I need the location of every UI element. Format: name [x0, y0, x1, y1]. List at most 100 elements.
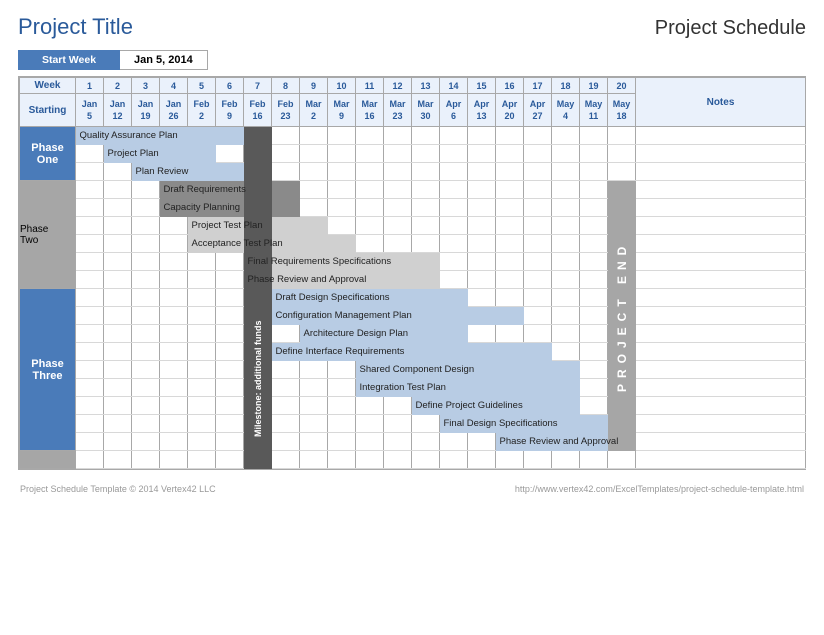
notes-cell[interactable] [636, 235, 806, 253]
grid-cell [440, 145, 468, 163]
grid-cell [384, 127, 412, 145]
grid-cell [356, 415, 384, 433]
grid-cell [216, 325, 244, 343]
grid-cell [552, 325, 580, 343]
notes-cell[interactable] [636, 163, 806, 181]
notes-cell[interactable] [636, 289, 806, 307]
grid-cell [160, 397, 188, 415]
notes-cell[interactable] [636, 145, 806, 163]
grid-cell [608, 163, 636, 181]
grid-cell [384, 433, 412, 451]
notes-cell[interactable] [636, 325, 806, 343]
phase-label: PhaseThree [20, 289, 76, 451]
grid-cell [552, 163, 580, 181]
grid-cell [468, 451, 496, 469]
week-date: Apr20 [496, 94, 524, 127]
grid-cell [216, 253, 244, 271]
grid-cell [300, 379, 328, 397]
task-label: Quality Assurance Plan [78, 130, 178, 141]
notes-cell[interactable] [636, 199, 806, 217]
grid-cell [412, 199, 440, 217]
grid-cell [496, 163, 524, 181]
week-number: 3 [132, 78, 160, 94]
grid-cell [272, 145, 300, 163]
grid-cell [132, 433, 160, 451]
grid-cell [216, 271, 244, 289]
footer-right[interactable]: http://www.vertex42.com/ExcelTemplates/p… [515, 484, 804, 494]
grid-cell [272, 163, 300, 181]
grid-cell [552, 307, 580, 325]
grid-cell [384, 163, 412, 181]
grid-cell [412, 145, 440, 163]
notes-cell[interactable] [636, 433, 806, 451]
grid-cell [384, 451, 412, 469]
grid-cell [300, 127, 328, 145]
week-number: 15 [468, 78, 496, 94]
grid-cell [496, 289, 524, 307]
notes-cell[interactable] [636, 271, 806, 289]
week-header: Week [20, 78, 76, 94]
grid-cell [76, 271, 104, 289]
task-label: Integration Test Plan [358, 382, 446, 393]
grid-cell [160, 361, 188, 379]
week-date: Apr27 [524, 94, 552, 127]
grid-cell [468, 163, 496, 181]
grid-cell [552, 451, 580, 469]
grid-cell [104, 415, 132, 433]
notes-cell[interactable] [636, 343, 806, 361]
notes-cell[interactable] [636, 253, 806, 271]
week-date: May4 [552, 94, 580, 127]
task-label: Define Project Guidelines [414, 400, 523, 411]
notes-cell[interactable] [636, 181, 806, 199]
week-number: 19 [580, 78, 608, 94]
week-number: 13 [412, 78, 440, 94]
grid-cell [132, 307, 160, 325]
notes-cell[interactable] [636, 397, 806, 415]
grid-cell [356, 397, 384, 415]
week-date: Mar30 [412, 94, 440, 127]
notes-cell[interactable] [636, 361, 806, 379]
grid-cell [188, 307, 216, 325]
grid-cell [552, 235, 580, 253]
grid-cell [524, 451, 552, 469]
grid-cell [468, 271, 496, 289]
grid-cell [160, 307, 188, 325]
task-label: Phase Review and Approval [498, 436, 619, 447]
task-label: Draft Requirements [162, 184, 246, 195]
grid-cell [468, 289, 496, 307]
notes-cell[interactable] [636, 307, 806, 325]
grid-cell [580, 235, 608, 253]
notes-cell[interactable] [636, 217, 806, 235]
notes-cell[interactable] [636, 127, 806, 145]
notes-cell[interactable] [636, 415, 806, 433]
grid-cell [160, 343, 188, 361]
grid-cell [552, 181, 580, 199]
grid-cell [356, 163, 384, 181]
task-label: Final Design Specifications [442, 418, 558, 429]
grid-cell [76, 451, 104, 469]
week-date: Mar23 [384, 94, 412, 127]
grid-cell [132, 361, 160, 379]
grid-cell [496, 325, 524, 343]
grid-cell [104, 397, 132, 415]
grid-cell [328, 127, 356, 145]
week-date: Jan19 [132, 94, 160, 127]
grid-cell [160, 217, 188, 235]
notes-cell[interactable] [636, 379, 806, 397]
grid-cell [580, 199, 608, 217]
grid-cell [76, 145, 104, 163]
grid-cell [104, 199, 132, 217]
grid-cell [104, 271, 132, 289]
grid-cell [76, 181, 104, 199]
grid-cell [440, 199, 468, 217]
grid-cell [188, 451, 216, 469]
grid-cell [552, 253, 580, 271]
grid-cell [160, 415, 188, 433]
grid-cell [412, 181, 440, 199]
grid-cell [132, 271, 160, 289]
notes-cell[interactable] [636, 451, 806, 469]
start-week-value[interactable]: Jan 5, 2014 [120, 50, 208, 70]
grid-cell [440, 217, 468, 235]
grid-cell [132, 397, 160, 415]
grid-cell [300, 181, 328, 199]
